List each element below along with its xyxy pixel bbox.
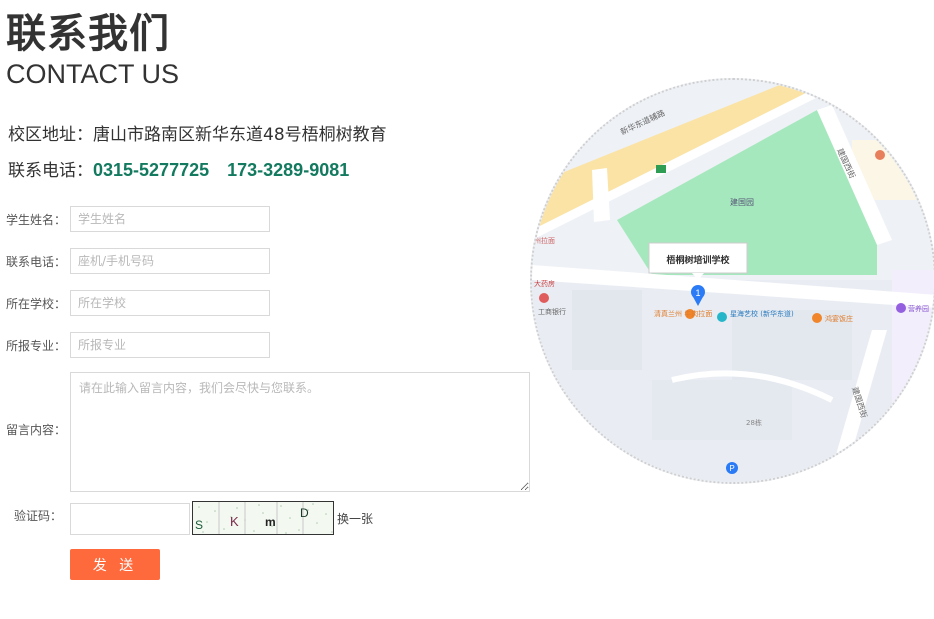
store-icon — [896, 303, 906, 313]
message-label: 留言内容： — [6, 423, 67, 437]
map-marker-number: 1 — [695, 288, 700, 298]
page-subtitle: CONTACT US — [6, 59, 180, 89]
phone-number-2: 173-3289-9081 — [227, 160, 350, 180]
restaurant-icon-2 — [812, 313, 822, 323]
send-button[interactable]: 发 送 — [70, 549, 160, 580]
school-poi-icon — [717, 312, 727, 322]
major-label: 所报专业： — [6, 339, 67, 353]
address-value: 唐山市路南区新华东道48号梧桐树教育 — [93, 125, 387, 145]
captcha-graphic: S K m D — [193, 502, 333, 534]
student-name-input[interactable] — [70, 206, 270, 232]
bank-label: 工商银行 — [538, 307, 566, 316]
svg-text:P: P — [729, 464, 734, 473]
bus-stop-icon — [656, 165, 666, 173]
pharmacy-label: 大药房 — [534, 279, 555, 288]
captcha-image[interactable]: S K m D — [192, 501, 334, 535]
store-label: 营养园 — [908, 304, 929, 313]
phone-number-1: 0315-5277725 — [93, 160, 210, 180]
message-textarea[interactable] — [70, 372, 530, 492]
shop-label-1: 清真兰州 牛肉拉面 — [654, 309, 712, 318]
school-input[interactable] — [70, 290, 270, 316]
captcha-label: 验证码： — [13, 509, 62, 523]
shop-label-3: 鸿宴饭庄 — [825, 314, 853, 323]
contact-phone-label: 联系电话： — [6, 255, 67, 269]
noodle-label-left: 州拉面 — [534, 236, 555, 245]
page-title: 联系我们 — [6, 11, 170, 57]
phone-label: 联系电话： — [8, 161, 93, 181]
school-label: 所在学校： — [6, 297, 67, 311]
captcha-refresh-link[interactable]: 换一张 — [337, 510, 373, 527]
map-graphic: 梧桐树培训学校 1 P 新华东道辅路 建国园 建国西街 建国西街 清真兰州 牛肉… — [532, 80, 934, 482]
shop-label-2: 星海艺校 (新华东道) — [730, 309, 794, 318]
map-callout: 梧桐树培训学校 — [666, 254, 730, 266]
captcha-char-4: D — [300, 506, 309, 520]
address-label: 校区地址： — [8, 125, 93, 145]
park-label: 建国园 — [730, 197, 754, 207]
major-input[interactable] — [70, 332, 270, 358]
contact-phone-input[interactable] — [70, 248, 270, 274]
phone-line: 联系电话：0315-5277725 173-3289-9081 — [8, 158, 349, 183]
pharmacy-icon — [539, 293, 549, 303]
captcha-char-2: K — [230, 514, 239, 529]
captcha-input[interactable] — [70, 503, 190, 535]
poi-icon-ne — [875, 150, 885, 160]
building-label: 28栋 — [746, 418, 762, 427]
captcha-char-1: S — [195, 518, 203, 532]
student-name-label: 学生姓名： — [6, 213, 67, 227]
captcha-char-3: m — [265, 515, 276, 529]
location-map[interactable]: 梧桐树培训学校 1 P 新华东道辅路 建国园 建国西街 建国西街 清真兰州 牛肉… — [530, 78, 934, 484]
address-line: 校区地址：唐山市路南区新华东道48号梧桐树教育 — [8, 123, 387, 147]
